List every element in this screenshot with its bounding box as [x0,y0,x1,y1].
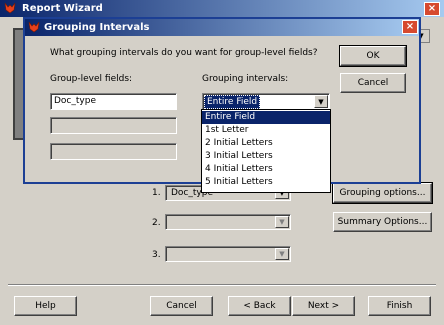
chevron-down-icon[interactable]: ▼ [275,248,289,260]
wizard-title-bar[interactable]: Report Wizard × [0,0,444,17]
dialog-close-icon[interactable]: × [402,20,418,34]
dialog-question: What grouping intervals do you want for … [50,48,318,58]
dialog-title: Grouping Intervals [44,22,150,33]
chevron-down-icon[interactable]: ▼ [275,216,289,228]
interval-option[interactable]: 3 Initial Letters [202,150,330,163]
group-field-3[interactable] [50,143,177,160]
next-button[interactable]: Next > [292,296,355,316]
interval-option[interactable]: 2 Initial Letters [202,137,330,150]
fox-icon [28,21,40,33]
fox-icon [4,2,16,14]
dialog-title-bar[interactable]: Grouping Intervals × [25,19,419,36]
group-row-number-3: 3. [152,250,161,260]
finish-button[interactable]: Finish [368,296,431,316]
interval-option[interactable]: 5 Initial Letters [202,176,330,189]
wizard-cancel-button[interactable]: Cancel [150,296,213,316]
fields-header: Group-level fields: [50,74,133,84]
group-combo-3[interactable]: ▼ [165,246,291,262]
interval-dropdown-list[interactable]: Entire Field 1st Letter 2 Initial Letter… [201,109,331,193]
grouping-interval-combo[interactable]: Entire Field ▼ [202,93,330,110]
group-row-number-1: 1. [152,188,161,198]
group-field-1[interactable]: Doc_type [50,93,177,110]
grouping-options-button[interactable]: Grouping options... [332,182,433,204]
ok-button[interactable]: OK [339,45,407,67]
chevron-down-icon[interactable]: ▼ [314,95,328,108]
help-button[interactable]: Help [14,296,77,316]
grouping-interval-value: Entire Field [204,95,261,109]
wizard-divider [8,284,436,286]
interval-option[interactable]: 1st Letter [202,124,330,137]
group-row-number-2: 2. [152,218,161,228]
interval-option[interactable]: Entire Field [202,111,330,124]
dialog-cancel-button[interactable]: Cancel [340,73,406,93]
summary-options-button[interactable]: Summary Options... [333,212,432,232]
group-combo-2[interactable]: ▼ [165,214,291,230]
wizard-close-icon[interactable]: × [424,2,440,16]
intervals-header: Grouping intervals: [202,74,289,84]
group-field-2[interactable] [50,117,177,134]
back-button[interactable]: < Back [228,296,291,316]
wizard-title: Report Wizard [22,3,103,14]
interval-option[interactable]: 4 Initial Letters [202,163,330,176]
